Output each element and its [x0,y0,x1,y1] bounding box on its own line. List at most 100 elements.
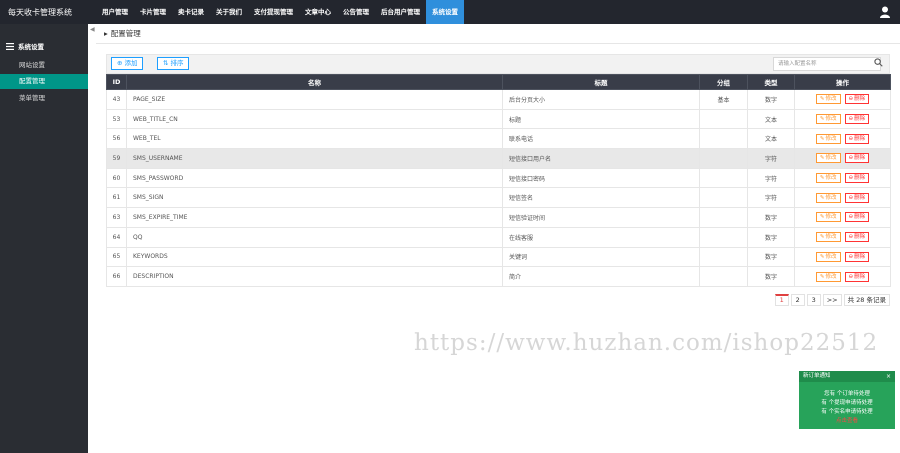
nav-articles[interactable]: 文章中心 [299,0,337,24]
cell-group [699,207,748,228]
add-button-label: 添加 [124,59,138,67]
edit-icon: ✎ [819,253,825,260]
cell-id: 66 [106,266,127,287]
collapse-arrow-icon[interactable]: ◀ [90,26,95,33]
cell-actions: ✎ 修改 ⊖ 删除 [794,266,891,287]
edit-label: 修改 [825,194,837,201]
table-row: 63 SMS_EXPIRE_TIME 短信验证时间 数字 ✎ 修改 ⊖ 删除 [106,207,891,228]
cell-type: 文本 [747,128,795,150]
cell-title: 在线客服 [502,226,700,248]
delete-button[interactable]: ⊖ 删除 [844,251,870,262]
edit-label: 修改 [825,175,837,182]
page-title: 配置管理 [110,29,141,38]
nav-payment-withdraw[interactable]: 支付提现管理 [248,0,299,24]
cell-title: 标题 [502,108,700,130]
edit-button[interactable]: ✎ 修改 [815,94,841,105]
edit-icon: ✎ [819,214,825,221]
cell-title: 简介 [502,266,700,287]
delete-button[interactable]: ⊖ 删除 [844,94,870,105]
nav-announcements[interactable]: 公告管理 [337,0,375,24]
delete-label: 删除 [854,96,866,103]
notice-view-link[interactable]: 点击查看 [799,417,895,426]
user-icon[interactable] [880,6,890,18]
cell-name: DESCRIPTION [126,266,503,287]
top-navbar: 每天收卡管理系统 用户管理 卡片管理 卖卡记录 关于我们 支付提现管理 文章中心… [0,0,900,24]
sort-button[interactable]: ⇅ 排序 [157,57,190,70]
edit-button[interactable]: ✎ 修改 [815,271,841,282]
nav-user-management[interactable]: 用户管理 [96,0,134,24]
cell-name: PAGE_SIZE [126,89,503,110]
cell-title: 关键词 [502,246,700,268]
cell-type: 文本 [747,108,795,130]
edit-button[interactable]: ✎ 修改 [815,133,841,144]
delete-icon: ⊖ [848,253,854,260]
header-title: 标题 [502,74,700,90]
edit-label: 修改 [825,253,837,260]
page-1-button[interactable]: 1 [774,294,789,306]
header-id: ID [106,74,127,90]
cell-title: 后台分页大小 [502,89,700,110]
sidebar-item-config-management[interactable]: 配置管理 [0,74,88,89]
cell-name: WEB_TITLE_CN [126,108,503,130]
edit-button[interactable]: ✎ 修改 [815,173,841,184]
notice-header: 新订单通知 × [799,371,895,382]
table-row: 64 QQ 在线客服 数字 ✎ 修改 ⊖ 删除 [106,226,891,248]
table-row: 61 SMS_SIGN 短信签名 字符 ✎ 修改 ⊖ 删除 [106,187,891,209]
table-row: 65 KEYWORDS 关键词 数字 ✎ 修改 ⊖ 删除 [106,246,891,268]
delete-button[interactable]: ⊖ 删除 [844,232,870,243]
cell-group [699,266,748,287]
table-row: 56 WEB_TEL 联系电话 文本 ✎ 修改 ⊖ 删除 [106,128,891,150]
nav-card-management[interactable]: 卡片管理 [134,0,172,24]
delete-button[interactable]: ⊖ 删除 [844,133,870,144]
delete-icon: ⊖ [848,214,854,221]
table-row: 60 SMS_PASSWORD 短信接口密码 字符 ✎ 修改 ⊖ 删除 [106,167,891,189]
edit-button[interactable]: ✎ 修改 [815,232,841,243]
delete-button[interactable]: ⊖ 删除 [844,153,870,164]
delete-button[interactable]: ⊖ 删除 [844,271,870,282]
sidebar-group-system-settings[interactable]: 系统设置 [6,41,44,51]
notice-orders: 您有 个订单待处理 [824,391,870,397]
sort-icon: ⇅ [163,59,169,67]
delete-label: 删除 [854,175,866,182]
edit-label: 修改 [825,234,837,241]
sort-button-label: 排序 [170,59,184,67]
delete-button[interactable]: ⊖ 删除 [844,173,870,184]
close-icon[interactable]: × [886,371,891,382]
cell-id: 63 [106,207,127,228]
nav-system-settings[interactable]: 系统设置 [426,0,464,24]
edit-button[interactable]: ✎ 修改 [815,153,841,164]
nav-admin-users[interactable]: 后台用户管理 [375,0,426,24]
delete-button[interactable]: ⊖ 删除 [844,212,870,223]
delete-icon: ⊖ [848,135,854,142]
edit-icon: ✎ [819,116,825,123]
next-page-button[interactable]: >> [822,294,842,306]
delete-button[interactable]: ⊖ 删除 [844,192,870,203]
search-icon[interactable] [874,58,883,67]
edit-button[interactable]: ✎ 修改 [815,114,841,125]
delete-icon: ⊖ [848,234,854,241]
delete-label: 删除 [854,234,866,241]
edit-button[interactable]: ✎ 修改 [815,212,841,223]
page-2-button[interactable]: 2 [790,294,805,306]
table-row: 53 WEB_TITLE_CN 标题 文本 ✎ 修改 ⊖ 删除 [106,108,891,130]
nav-about-us[interactable]: 关于我们 [210,0,248,24]
delete-icon: ⊖ [848,116,854,123]
cell-id: 65 [106,246,127,268]
delete-label: 删除 [854,253,866,260]
edit-icon: ✎ [819,155,825,162]
search-input[interactable]: 请输入配置名称 [773,57,881,71]
sidebar-group-label: 系统设置 [18,43,44,51]
edit-button[interactable]: ✎ 修改 [815,251,841,262]
edit-icon: ✎ [819,96,825,103]
cell-id: 53 [106,108,127,130]
sidebar-item-menu-management[interactable]: 菜单管理 [0,91,88,106]
delete-button[interactable]: ⊖ 删除 [844,114,870,125]
edit-button[interactable]: ✎ 修改 [815,192,841,203]
nav-sell-records[interactable]: 卖卡记录 [172,0,210,24]
sidebar-item-site-settings[interactable]: 网站设置 [0,58,88,73]
cell-id: 61 [106,187,127,209]
edit-icon: ✎ [819,194,825,201]
page-3-button[interactable]: 3 [806,294,821,306]
cell-name: KEYWORDS [126,246,503,268]
add-button[interactable]: ⊕ 添加 [111,57,144,70]
